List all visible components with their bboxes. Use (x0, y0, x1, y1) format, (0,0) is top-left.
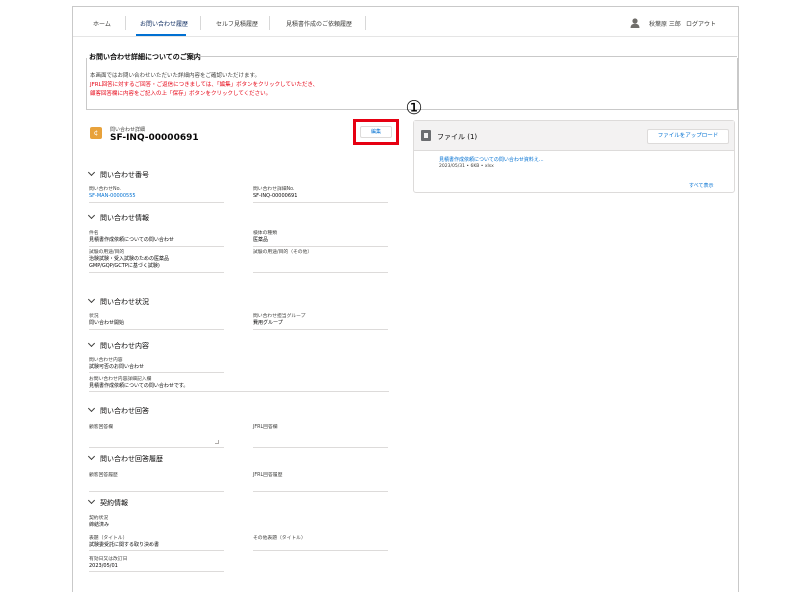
files-card: ファイル (1) ファイルをアップロード 見積書作成依頼についての問い合わせ資料… (413, 120, 735, 193)
field-purpose-other: 試験の用途/目的（その他） (253, 249, 388, 273)
section-answer-history[interactable]: 問い合わせ回答履歴 (87, 452, 163, 464)
field-group: 問い合わせ担当グループ 費用グループ (253, 313, 388, 330)
field-inquiry-no: 問い合わせNo. SF-MAN-00000555 (89, 186, 224, 203)
inquiry-no-link[interactable]: SF-MAN-00000555 (89, 193, 224, 200)
record-type-icon: ¢ (90, 127, 102, 139)
notice-line-3: 顧客回答欄に内容をご記入の上「保存」ボタンをクリックしてください。 (90, 91, 272, 97)
field-content: 問い合わせ内容 試験可否のお問い合わせ (89, 357, 224, 373)
section-inquiry-answer[interactable]: 問い合わせ回答 (87, 404, 149, 416)
field-status: 状況 問い合わせ開始 (89, 313, 224, 330)
file-icon (421, 130, 431, 141)
chevron-down-icon (87, 404, 96, 413)
chevron-down-icon (87, 339, 96, 348)
nav-self-estimate-history[interactable]: セルフ見積履歴 (216, 19, 258, 28)
field-jfrl-history: JFRL回答履歴 (253, 472, 388, 492)
edit-button-highlight: 編集 (353, 119, 399, 145)
field-title: 表題（タイトル） 試験委受託に関する取り決め書 (89, 535, 224, 551)
step-callout: ① (405, 97, 423, 119)
field-sample-type: 検体の種類 医薬品 (253, 230, 388, 247)
nav-quote-request-history[interactable]: 見積書作成のご依頼履歴 (286, 19, 352, 28)
file-link[interactable]: 見積書作成依頼についての問い合わせ資料え... (439, 156, 544, 163)
files-title[interactable]: ファイル (1) (437, 132, 477, 142)
field-customer-answer[interactable]: 顧客回答欄 (89, 424, 224, 448)
top-nav: ホーム お問い合わせ履歴 セルフ見積履歴 見積書作成のご依頼履歴 秋葉原 三郎 … (73, 7, 738, 37)
field-jfrl-answer: JFRL回答欄 (253, 424, 388, 448)
field-contract-status: 契約状況 締結済み (89, 516, 110, 528)
logout-link[interactable]: ログアウト (686, 19, 716, 28)
user-icon[interactable] (630, 18, 640, 28)
chevron-down-icon (87, 211, 96, 220)
field-other-title: その他表題（タイトル） (253, 535, 388, 551)
notice-divider (199, 56, 737, 57)
field-subject: 件名 見積書作成依頼についての問い合わせ (89, 230, 224, 247)
chevron-down-icon (87, 496, 96, 505)
user-name[interactable]: 秋葉原 三郎 (649, 19, 681, 28)
file-meta: 2023/05/31 • 6KB • xlsx (439, 164, 494, 169)
app-frame: ホーム お問い合わせ履歴 セルフ見積履歴 見積書作成のご依頼履歴 秋葉原 三郎 … (72, 6, 739, 592)
nav-active-indicator (136, 34, 186, 36)
chevron-down-icon (87, 452, 96, 461)
field-effective-date: 有効日又は改訂日 2023/05/01 (89, 556, 224, 572)
field-content-detail: お問い合わせ内容詳細記入欄 見積書作成依頼についての問い合わせです。 (89, 376, 389, 392)
files-card-header: ファイル (1) ファイルをアップロード (414, 121, 734, 151)
section-inquiry-info[interactable]: 問い合わせ情報 (87, 211, 149, 223)
nav-home[interactable]: ホーム (93, 19, 111, 28)
notice-line-1: 本画面ではお問い合わせいただいた詳細内容をご確認いただけます。 (90, 73, 260, 79)
nav-divider (125, 16, 126, 30)
nav-divider (365, 16, 366, 30)
section-inquiry-number[interactable]: 問い合わせ番号 (87, 168, 149, 180)
notice-line-2: JFRL回答に対するご回答・ご返信につきましては、「編集」ボタンをクリックしてい… (90, 82, 319, 88)
nav-divider (200, 16, 201, 30)
section-inquiry-content[interactable]: 問い合わせ内容 (87, 339, 149, 351)
nav-divider (269, 16, 270, 30)
resize-handle-icon[interactable] (215, 440, 219, 444)
record-name: SF-INQ-00000691 (110, 133, 199, 143)
section-inquiry-status[interactable]: 問い合わせ状況 (87, 295, 149, 307)
upload-files-button[interactable]: ファイルをアップロード (647, 129, 729, 144)
record-type-label: 問い合わせ詳細 (110, 127, 146, 133)
field-detail-no: 問い合わせ詳細No. SF-INQ-00000691 (253, 186, 388, 203)
view-all-link[interactable]: すべて表示 (689, 182, 713, 189)
field-purpose: 試験の用途/目的 治験試験・受入試験のための医薬品 GMP/GQP/GCTPに基… (89, 249, 224, 273)
section-contract-info[interactable]: 契約情報 (87, 496, 128, 508)
chevron-down-icon (87, 168, 96, 177)
nav-inquiry-history[interactable]: お問い合わせ履歴 (140, 19, 188, 28)
field-customer-history: 顧客回答履歴 (89, 472, 224, 492)
chevron-down-icon (87, 295, 96, 304)
edit-button[interactable]: 編集 (360, 126, 392, 138)
